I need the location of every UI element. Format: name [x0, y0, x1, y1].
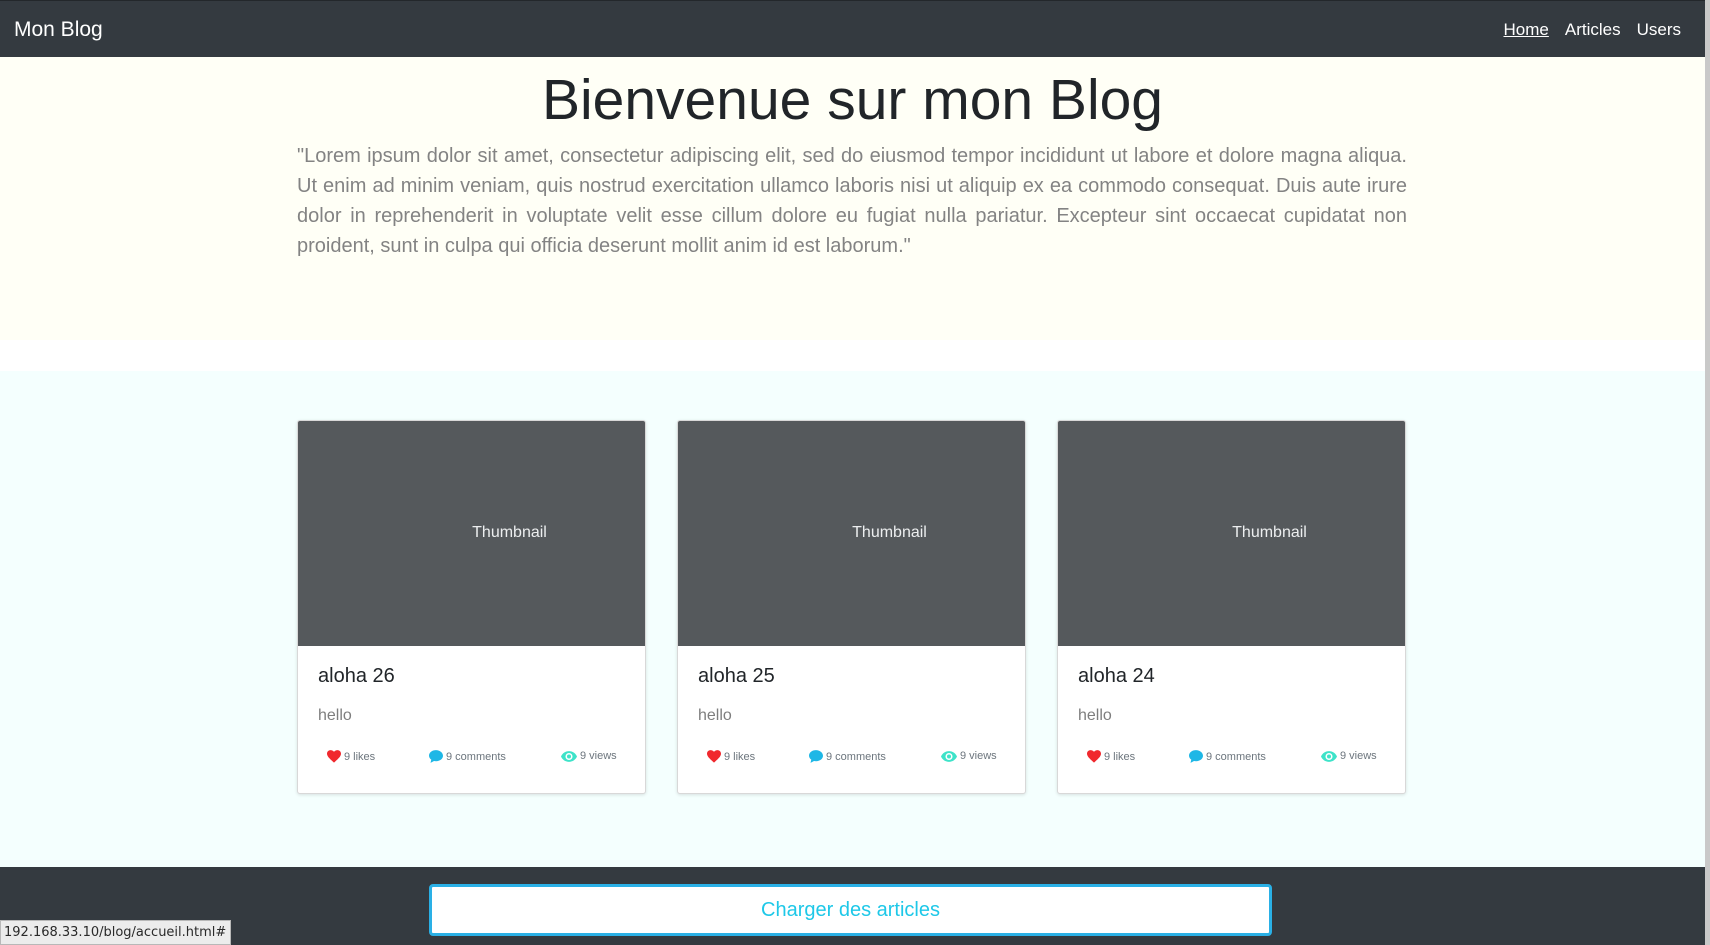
comments-stat[interactable]: 9 comments	[809, 750, 886, 763]
navbar: Mon Blog Home Articles Users	[0, 0, 1705, 57]
nav-users-link[interactable]: Users	[1637, 20, 1681, 40]
card-thumbnail[interactable]: Thumbnail	[1058, 421, 1405, 646]
nav-home-link[interactable]: Home	[1504, 20, 1549, 40]
comments-count: 9 comments	[1206, 750, 1266, 763]
footer: Charger des articles	[0, 867, 1705, 945]
views-count: 9 views	[580, 750, 617, 762]
card-thumbnail[interactable]: Thumbnail	[298, 421, 645, 646]
article-card[interactable]: Thumbnail aloha 25 hello 9 likes 9 comme…	[677, 420, 1026, 794]
card-text: hello	[318, 707, 352, 724]
likes-count: 9 likes	[1104, 750, 1136, 763]
views-count: 9 views	[960, 750, 997, 762]
views-stat[interactable]: 9 views	[941, 750, 997, 762]
nav-links: Home Articles Users	[1488, 20, 1682, 40]
hero-section: Bienvenue sur mon Blog "Lorem ipsum dolo…	[0, 57, 1705, 340]
card-thumbnail[interactable]: Thumbnail	[678, 421, 1025, 646]
comments-count: 9 comments	[446, 750, 506, 763]
likes-count: 9 likes	[724, 750, 756, 763]
eye-icon	[941, 750, 957, 762]
views-stat[interactable]: 9 views	[561, 750, 617, 762]
load-articles-button[interactable]: Charger des articles	[429, 884, 1272, 936]
card-title[interactable]: aloha 26	[318, 665, 395, 688]
likes-count: 9 likes	[344, 750, 376, 763]
hero-lead: "Lorem ipsum dolor sit amet, consectetur…	[297, 145, 1407, 257]
thumbnail-label: Thumbnail	[1232, 524, 1307, 541]
card-title[interactable]: aloha 24	[1078, 665, 1155, 688]
comment-icon	[429, 750, 443, 763]
articles-album: Thumbnail aloha 26 hello 9 likes 9 comme…	[0, 371, 1705, 867]
comments-stat[interactable]: 9 comments	[429, 750, 506, 763]
comment-icon	[809, 750, 823, 763]
comments-count: 9 comments	[826, 750, 886, 763]
section-divider	[0, 340, 1705, 371]
likes-stat[interactable]: 9 likes	[1087, 750, 1135, 763]
comment-icon	[1189, 750, 1203, 763]
likes-stat[interactable]: 9 likes	[707, 750, 755, 763]
card-title[interactable]: aloha 25	[698, 665, 775, 688]
heart-icon	[707, 750, 721, 763]
heart-icon	[327, 750, 341, 763]
browser-status-bar: 192.168.33.10/blog/accueil.html#	[0, 920, 232, 945]
views-count: 9 views	[1340, 750, 1377, 762]
comments-stat[interactable]: 9 comments	[1189, 750, 1266, 763]
card-text: hello	[1078, 707, 1112, 724]
thumbnail-label: Thumbnail	[472, 524, 547, 541]
nav-articles-link[interactable]: Articles	[1565, 20, 1621, 40]
eye-icon	[1321, 750, 1337, 762]
brand-link[interactable]: Mon Blog	[14, 18, 103, 42]
likes-stat[interactable]: 9 likes	[327, 750, 375, 763]
eye-icon	[561, 750, 577, 762]
article-card[interactable]: Thumbnail aloha 24 hello 9 likes 9 comme…	[1057, 420, 1406, 794]
card-text: hello	[698, 707, 732, 724]
page-title: Bienvenue sur mon Blog	[541, 68, 1164, 132]
vertical-scrollbar[interactable]	[1705, 0, 1710, 945]
article-card[interactable]: Thumbnail aloha 26 hello 9 likes 9 comme…	[297, 420, 646, 794]
thumbnail-label: Thumbnail	[852, 524, 927, 541]
heart-icon	[1087, 750, 1101, 763]
views-stat[interactable]: 9 views	[1321, 750, 1377, 762]
